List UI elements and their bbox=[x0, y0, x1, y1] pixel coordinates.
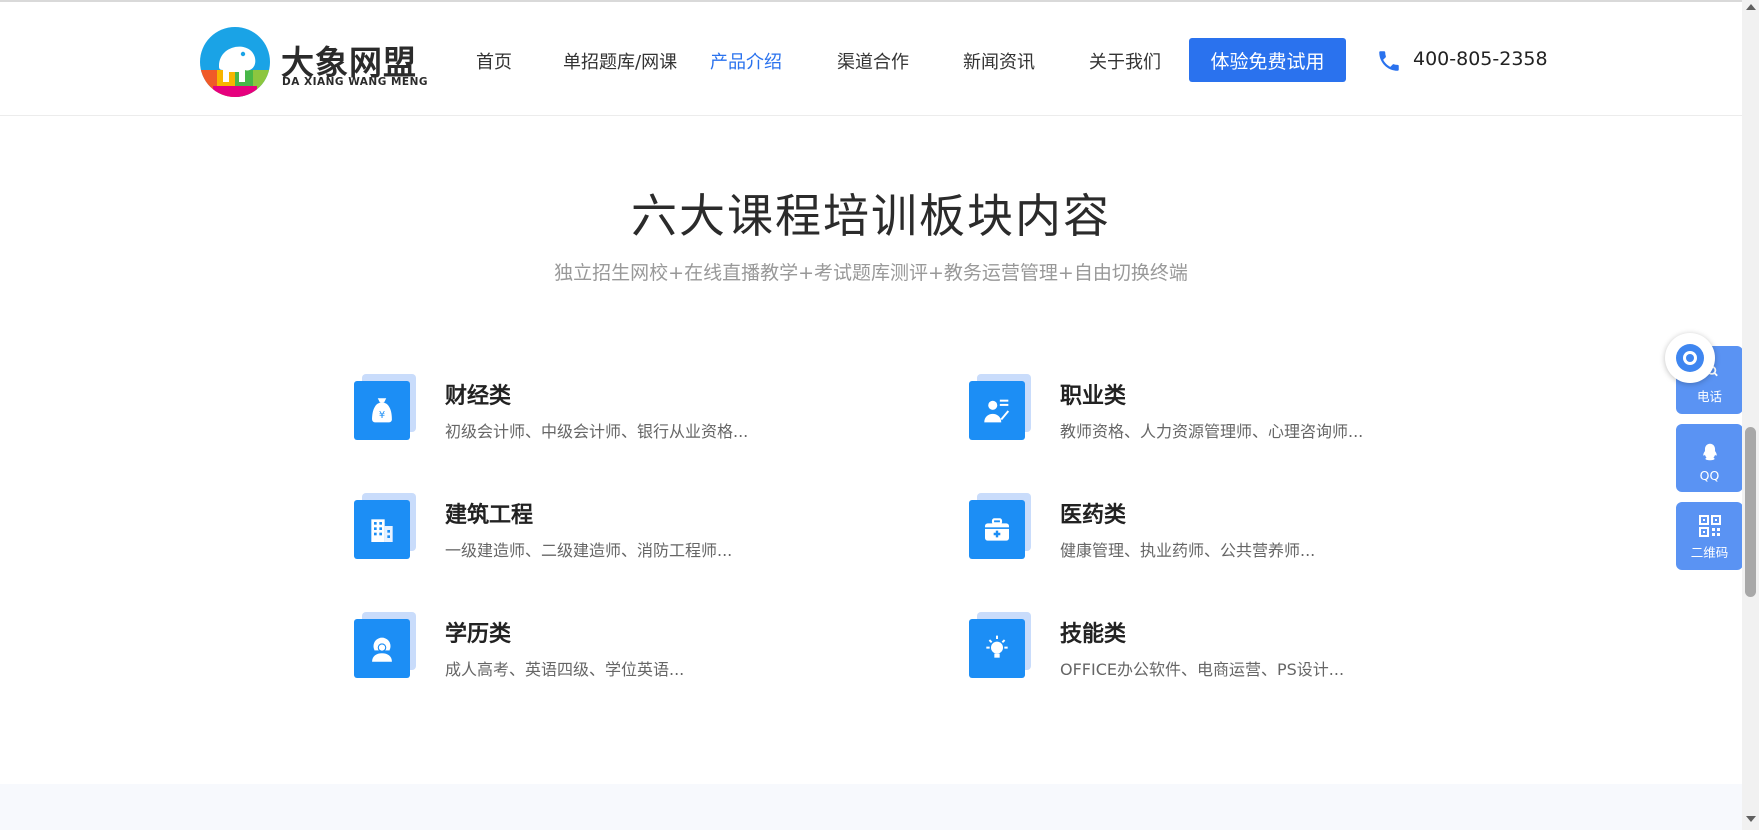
course-title: 医药类 bbox=[1060, 503, 1127, 528]
course-desc: 教师资格、人力资源管理师、心理咨询师... bbox=[1060, 422, 1364, 441]
logo[interactable]: 大象网盟 DA XIANG WANG MENG bbox=[199, 26, 429, 100]
phone-icon bbox=[1379, 51, 1399, 71]
course-desc: 一级建造师、二级建造师、消防工程师... bbox=[445, 541, 733, 560]
next-section-band bbox=[0, 784, 1742, 830]
section-title: 六大课程培训板块内容 bbox=[631, 189, 1111, 243]
nav-question-bank[interactable]: 单招题库/网课 bbox=[563, 48, 677, 74]
course-item-vocational[interactable]: 职业类 教师资格、人力资源管理师、心理咨询师... bbox=[969, 374, 1489, 454]
building-icon bbox=[354, 493, 418, 559]
money-bag-icon: ¥ bbox=[354, 374, 418, 440]
chat-icon bbox=[1676, 344, 1704, 372]
nav-about[interactable]: 关于我们 bbox=[1089, 48, 1161, 74]
course-title: 技能类 bbox=[1060, 622, 1127, 647]
medical-kit-icon bbox=[969, 493, 1033, 559]
course-item-education[interactable]: 学历类 成人高考、英语四级、学位英语... bbox=[354, 612, 874, 692]
scrollbar-track[interactable] bbox=[1742, 0, 1759, 830]
chat-bubble-button[interactable] bbox=[1665, 333, 1715, 383]
nav-news[interactable]: 新闻资讯 bbox=[963, 48, 1035, 74]
lightbulb-icon bbox=[969, 612, 1033, 678]
side-qq-label: QQ bbox=[1699, 468, 1720, 483]
svg-text:¥: ¥ bbox=[379, 410, 385, 421]
qrcode-icon bbox=[1698, 515, 1721, 537]
site-header: 大象网盟 DA XIANG WANG MENG 首页 单招题库/网课 产品介绍 … bbox=[0, 2, 1742, 116]
logo-subtext: DA XIANG WANG MENG bbox=[282, 76, 429, 88]
course-desc: 初级会计师、中级会计师、银行从业资格... bbox=[445, 422, 749, 441]
course-desc: OFFICE办公软件、电商运营、PS设计... bbox=[1060, 660, 1345, 679]
course-title: 学历类 bbox=[445, 622, 512, 647]
side-qrcode-label: 二维码 bbox=[1690, 545, 1729, 560]
course-desc: 成人高考、英语四级、学位英语... bbox=[445, 660, 685, 679]
side-qrcode-button[interactable]: 二维码 bbox=[1676, 502, 1743, 570]
course-title: 职业类 bbox=[1060, 384, 1127, 409]
course-item-construction[interactable]: 建筑工程 一级建造师、二级建造师、消防工程师... bbox=[354, 493, 874, 573]
scrollbar-thumb[interactable] bbox=[1745, 427, 1756, 597]
nav-channel[interactable]: 渠道合作 bbox=[837, 48, 909, 74]
course-title: 财经类 bbox=[445, 384, 512, 409]
course-item-skills[interactable]: 技能类 OFFICE办公软件、电商运营、PS设计... bbox=[969, 612, 1489, 692]
phone-number[interactable]: 400-805-2358 bbox=[1413, 48, 1548, 70]
graduate-icon bbox=[354, 612, 418, 678]
course-desc: 健康管理、执业药师、公共营养师... bbox=[1060, 541, 1316, 560]
course-item-medical[interactable]: 医药类 健康管理、执业药师、公共营养师... bbox=[969, 493, 1489, 573]
scroll-down-arrow-icon[interactable] bbox=[1746, 816, 1756, 822]
nav-home[interactable]: 首页 bbox=[476, 48, 512, 74]
scroll-up-arrow-icon[interactable] bbox=[1746, 4, 1756, 10]
nav-products[interactable]: 产品介绍 bbox=[710, 48, 782, 74]
side-phone-label: 电话 bbox=[1696, 389, 1722, 404]
teacher-icon bbox=[969, 374, 1033, 440]
qq-icon bbox=[1702, 443, 1717, 461]
section-subtitle: 独立招生网校+在线直播教学+考试题库测评+教务运营管理+自由切换终端 bbox=[554, 262, 1188, 284]
elephant-logo-icon bbox=[200, 27, 270, 97]
course-item-finance[interactable]: ¥ 财经类 初级会计师、中级会计师、银行从业资格... bbox=[354, 374, 874, 454]
side-qq-button[interactable]: QQ bbox=[1676, 424, 1743, 492]
course-title: 建筑工程 bbox=[445, 503, 534, 528]
free-trial-button[interactable]: 体验免费试用 bbox=[1189, 38, 1346, 82]
